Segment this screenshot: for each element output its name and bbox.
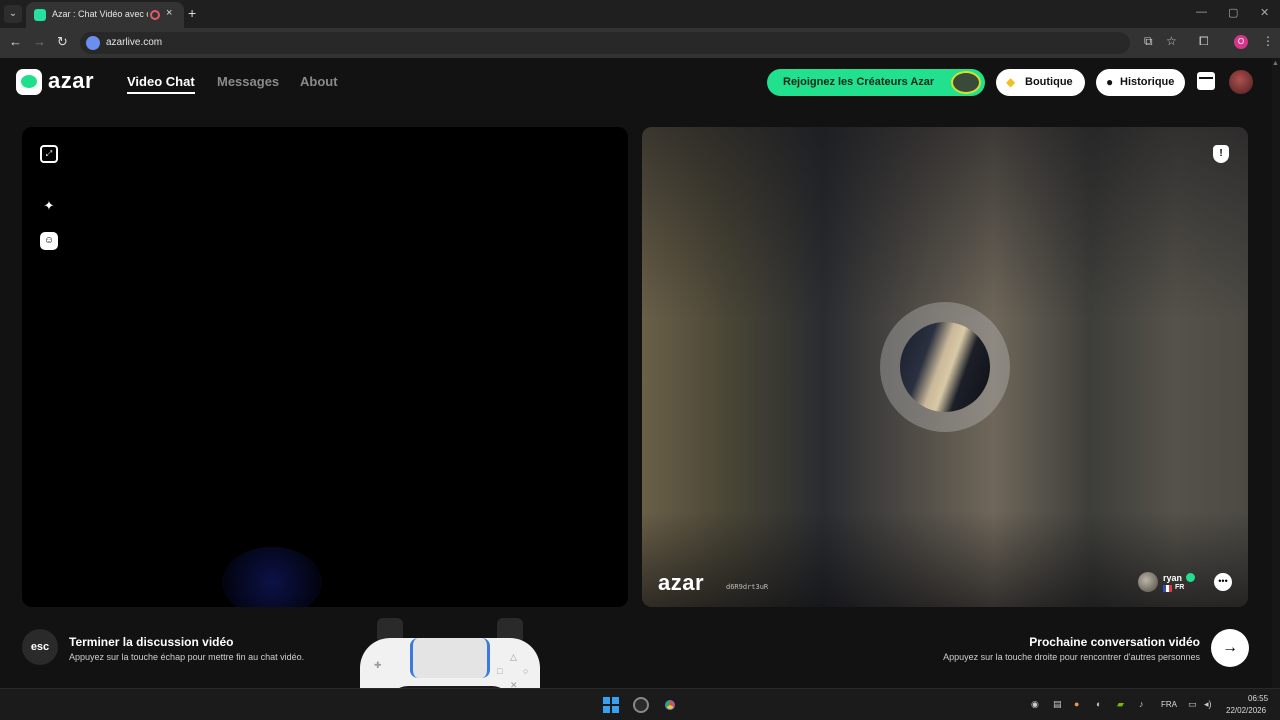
self-video-panel: ⤢ ✦ ☺ (22, 127, 628, 607)
window-minimize-button[interactable]: — (1196, 6, 1207, 18)
app-root: ⌄ Azar : Chat Vidéo avec de n × + — ▢ ✕ … (0, 0, 1280, 720)
browser-tab-bar: ⌄ Azar : Chat Vidéo avec de n × + — ▢ ✕ (0, 0, 1280, 28)
france-flag-icon (1163, 585, 1172, 592)
browser-profile-avatar[interactable]: O (1234, 35, 1248, 49)
magic-wand-icon[interactable]: ✦ (40, 197, 58, 215)
inbox-box-icon[interactable] (1197, 72, 1215, 90)
tray-steam-icon[interactable]: ◐ (1096, 699, 1101, 709)
tab-close-icon[interactable]: × (166, 7, 172, 19)
clock-time[interactable]: 06:55 (1248, 694, 1268, 703)
join-creators-label: Rejoignez les Créateurs Azar (783, 76, 935, 88)
expand-icon[interactable]: ⤢ (40, 145, 58, 163)
end-chat-esc-button[interactable]: esc (22, 629, 58, 665)
gem-icon: ◆ (1006, 75, 1016, 89)
end-chat-hint: Appuyez sur la touche échap pour mettre … (69, 652, 305, 662)
azar-watermark: azar (658, 570, 705, 595)
install-app-icon[interactable]: ⧉ (1144, 34, 1153, 49)
extensions-puzzle-icon[interactable]: ⧠ (1199, 34, 1209, 49)
url-text[interactable]: azarlive.com (106, 37, 162, 48)
scroll-up-icon[interactable]: ▲ (1272, 60, 1279, 67)
partner-video-panel: ! azar d6R9drt3uR ryan FR ••• (642, 127, 1248, 607)
join-creators-button[interactable]: Rejoignez les Créateurs Azar (767, 69, 985, 96)
face-filter-icon[interactable]: ☺ (40, 232, 58, 250)
reload-icon[interactable]: ↻ (57, 34, 68, 50)
browser-tab-active[interactable]: Azar : Chat Vidéo avec de n × (26, 2, 184, 28)
chrome-app-icon[interactable] (662, 697, 678, 713)
windows-start-icon[interactable] (603, 697, 619, 713)
shop-button[interactable]: ◆ Boutique (996, 69, 1085, 96)
nav-video-chat[interactable]: Video Chat (127, 74, 195, 89)
session-id: d6R9drt3uR (726, 583, 769, 591)
left-trigger (377, 618, 403, 640)
circle-button-icon: ○ (523, 666, 529, 676)
os-taskbar: ◉ ▤ ● ◐ ▰ ♪ FRA ▭ ◂) 06:55 22/02/2026 (0, 688, 1280, 720)
url-field[interactable]: azarlive.com (80, 32, 1130, 54)
bookmark-star-icon[interactable]: ☆ (1166, 34, 1177, 48)
window-close-button[interactable]: ✕ (1260, 6, 1269, 19)
app-header: azar Video Chat Messages About Rejoignez… (0, 58, 1280, 108)
new-tab-button[interactable]: + (188, 5, 196, 21)
back-arrow-icon[interactable]: ← (9, 34, 22, 49)
recording-indicator-icon (150, 10, 160, 20)
partner-preview-thumbnail (900, 322, 990, 412)
next-chat-hint: Appuyez sur la touche droite pour rencon… (943, 652, 1200, 662)
user-avatar[interactable] (1229, 70, 1253, 94)
nav-active-underline (127, 92, 195, 94)
tray-keyboard-icon[interactable]: ▤ (1053, 699, 1062, 710)
clock-date[interactable]: 22/02/2026 (1226, 706, 1266, 715)
history-button[interactable]: ● Historique (1096, 69, 1185, 96)
browser-address-bar: ← → ↻ azarlive.com (0, 28, 1280, 58)
creators-badge-icon (951, 71, 981, 94)
azar-favicon-icon (34, 9, 46, 21)
site-info-icon[interactable] (86, 36, 100, 50)
tab-list-chevron-icon[interactable]: ⌄ (4, 5, 22, 23)
next-chat-title: Prochaine conversation vidéo (1029, 635, 1200, 649)
nav-about[interactable]: About (300, 74, 338, 89)
tray-network-icon[interactable]: ▭ (1188, 699, 1197, 710)
logo-text[interactable]: azar (48, 68, 94, 94)
triangle-button-icon: △ (510, 652, 517, 662)
azar-logo-icon[interactable] (16, 69, 42, 95)
square-button-icon: □ (497, 666, 503, 676)
language-indicator[interactable]: FRA (1161, 700, 1177, 709)
end-chat-title: Terminer la discussion vidéo (69, 635, 234, 649)
right-trigger (497, 618, 523, 640)
partner-name[interactable]: ryan (1163, 573, 1182, 583)
obs-app-icon[interactable] (633, 697, 649, 713)
chat-bubble-icon[interactable]: ••• (1214, 573, 1232, 591)
tray-volume-icon[interactable]: ◂) (1204, 699, 1212, 710)
page-scrollbar[interactable] (1272, 58, 1280, 688)
tray-nvidia-icon[interactable]: ▰ (1117, 699, 1124, 710)
tray-app-icon[interactable]: ● (1074, 699, 1079, 709)
tray-microphone-icon[interactable]: ♪ (1139, 699, 1144, 709)
next-chat-arrow-button[interactable]: → (1211, 629, 1249, 667)
nav-messages[interactable]: Messages (217, 74, 279, 89)
window-maximize-button[interactable]: ▢ (1228, 6, 1238, 19)
connecting-ring (880, 302, 1010, 432)
clock-icon: ● (1106, 75, 1114, 89)
tab-title: Azar : Chat Vidéo avec de n (52, 9, 148, 19)
controller-touchpad (410, 638, 490, 678)
self-video-glow (222, 547, 322, 607)
partner-avatar[interactable] (1138, 572, 1158, 592)
partner-country: FR (1175, 584, 1185, 591)
forward-arrow-icon[interactable]: → (33, 34, 46, 49)
history-label: Historique (1120, 76, 1175, 88)
browser-menu-icon[interactable]: ⋮ (1262, 34, 1274, 48)
report-shield-icon[interactable]: ! (1213, 145, 1229, 163)
tray-record-icon[interactable]: ◉ (1031, 699, 1039, 710)
dpad-icon: ✚ (374, 660, 382, 670)
shop-label: Boutique (1025, 76, 1073, 88)
verified-badge-icon (1186, 573, 1195, 582)
